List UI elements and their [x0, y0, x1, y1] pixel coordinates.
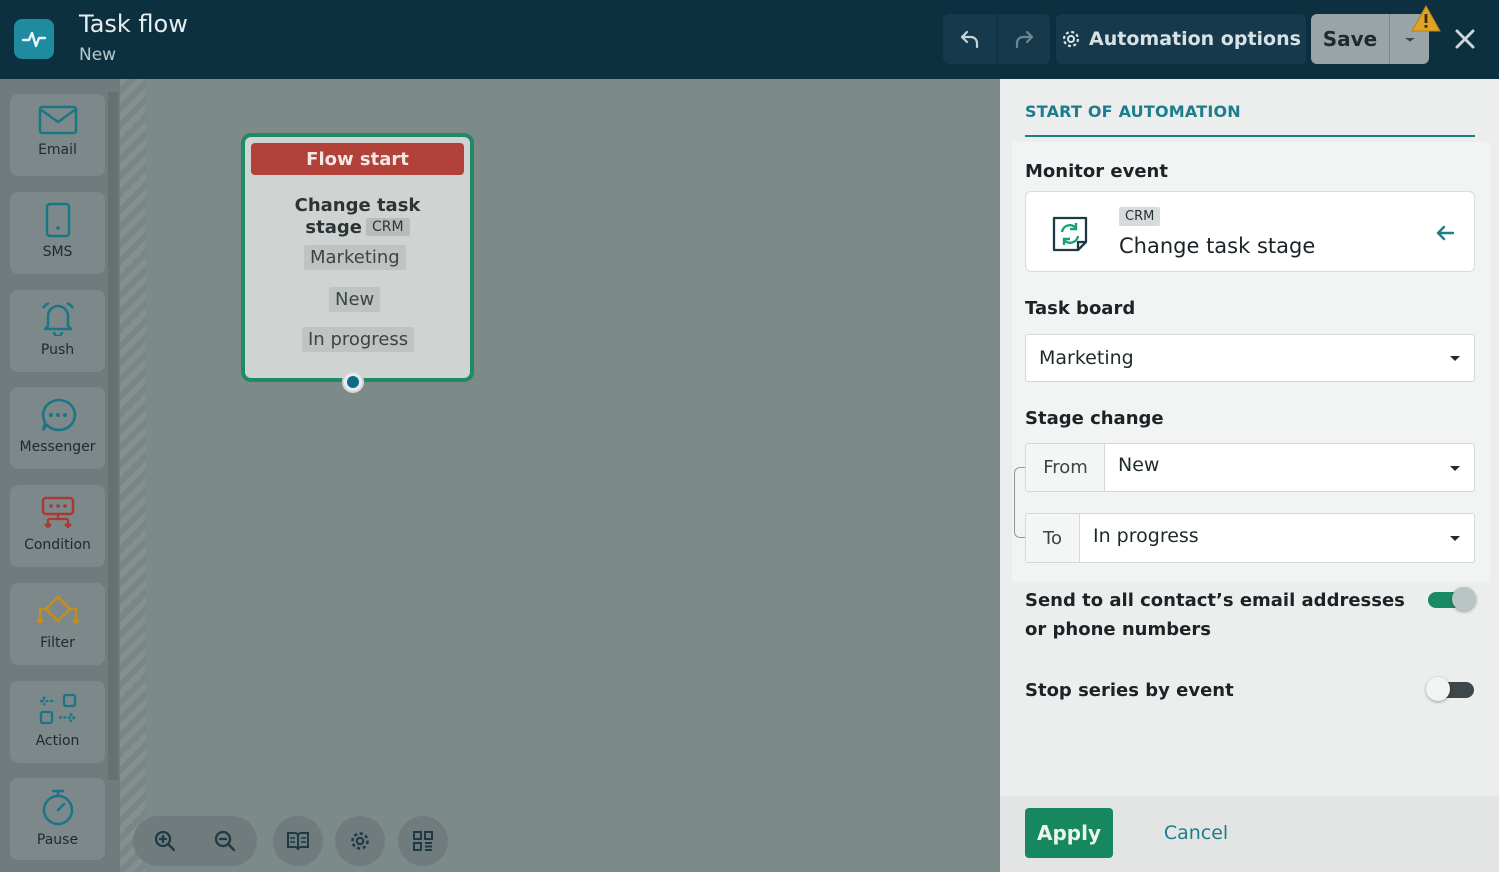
- tool-label: Email: [38, 142, 77, 158]
- node-from-chip: New: [329, 287, 381, 312]
- undo-icon: [960, 30, 979, 49]
- bell-icon: [41, 301, 74, 336]
- envelope-icon: [38, 105, 77, 135]
- guide-button[interactable]: [273, 816, 323, 866]
- tool-condition[interactable]: Condition: [10, 485, 105, 567]
- undo-button[interactable]: [943, 14, 997, 64]
- event-crm-tag: CRM: [1119, 207, 1161, 226]
- change-stage-icon: [1052, 216, 1088, 252]
- node-title-line1: Change task: [294, 195, 421, 216]
- task-board-label: Task board: [1025, 298, 1136, 319]
- filter-icon: [35, 595, 80, 625]
- phone-icon: [45, 202, 70, 238]
- page-subtitle: New: [79, 45, 117, 65]
- node-board-chip: Marketing: [304, 245, 406, 270]
- zoom-out-icon: [214, 830, 236, 852]
- to-addon: To: [1025, 513, 1080, 563]
- warning-icon[interactable]: [1410, 4, 1442, 34]
- condition-icon: [41, 496, 74, 529]
- tool-pause[interactable]: Pause: [10, 778, 105, 860]
- pulse-icon: [21, 31, 47, 48]
- tool-label: Filter: [40, 635, 75, 651]
- cancel-button[interactable]: Cancel: [1150, 808, 1242, 858]
- tool-messenger[interactable]: Messenger: [10, 387, 105, 469]
- apply-button[interactable]: Apply: [1025, 808, 1113, 858]
- page-title: Task flow: [79, 10, 188, 38]
- stop-series-label: Stop series by event: [1025, 680, 1234, 701]
- node-title: Change task stage CRM: [245, 195, 470, 239]
- gear-icon: [351, 832, 369, 850]
- from-stage-select[interactable]: New: [1104, 443, 1475, 492]
- zoom-controls: [133, 816, 257, 866]
- monitor-event-selector[interactable]: CRM Change task stage: [1025, 191, 1475, 272]
- task-board-value: Marketing: [1039, 347, 1134, 369]
- from-stage-value: New: [1118, 453, 1160, 476]
- node-title-line2: stage CRM: [245, 217, 470, 239]
- tab-underline: [1025, 135, 1475, 137]
- tab-start-of-automation[interactable]: START OF AUTOMATION: [1025, 102, 1241, 121]
- from-addon: From: [1025, 443, 1106, 492]
- tool-sms[interactable]: SMS: [10, 192, 105, 274]
- book-icon: [287, 832, 309, 851]
- zoom-in-icon: [154, 830, 176, 852]
- tool-label: Action: [35, 733, 80, 749]
- redo-button[interactable]: [998, 14, 1050, 64]
- chevron-down-icon: [1450, 536, 1460, 541]
- tool-push[interactable]: Push: [10, 290, 105, 372]
- node-output-port[interactable]: [342, 371, 364, 393]
- redo-icon: [1015, 30, 1034, 49]
- close-icon: [1455, 29, 1475, 49]
- toolbar-divider: [120, 79, 146, 872]
- close-button[interactable]: [1448, 22, 1482, 56]
- toolbar-scrollbar[interactable]: [108, 92, 118, 780]
- tool-label: Pause: [36, 832, 79, 848]
- gear-icon: [1062, 30, 1080, 48]
- task-board-select[interactable]: Marketing: [1025, 334, 1475, 382]
- monitor-event-label: Monitor event: [1025, 161, 1168, 182]
- automation-options-button[interactable]: Automation options: [1056, 14, 1306, 64]
- tool-label: SMS: [42, 244, 73, 260]
- send-all-label: Send to all contact’s email addresses or…: [1025, 590, 1405, 640]
- tool-email[interactable]: Email: [10, 94, 105, 176]
- chevron-down-icon: [1450, 356, 1460, 361]
- event-name: Change task stage: [1119, 234, 1316, 258]
- to-stage-select[interactable]: In progress: [1079, 513, 1475, 563]
- app-logo: [14, 19, 54, 59]
- tool-label: Messenger: [19, 439, 96, 455]
- action-icon: [38, 693, 76, 725]
- crm-tag: CRM: [365, 218, 410, 236]
- toggle-knob: [1452, 587, 1476, 611]
- zoom-in-button[interactable]: [135, 816, 195, 866]
- stage-change-label: Stage change: [1025, 408, 1164, 429]
- tool-label: Condition: [24, 537, 91, 553]
- tool-label: Push: [40, 342, 75, 358]
- chat-icon: [41, 398, 76, 432]
- settings-button[interactable]: [335, 816, 385, 866]
- arrow-left-icon[interactable]: [1434, 222, 1456, 244]
- automation-options-label: Automation options: [1089, 28, 1301, 50]
- tool-action[interactable]: Action: [10, 681, 105, 763]
- layout-button[interactable]: [398, 816, 448, 866]
- chevron-down-icon: [1405, 37, 1414, 42]
- node-to-chip: In progress: [302, 327, 415, 352]
- flow-start-node[interactable]: Flow start Change task stage CRM Marketin…: [241, 133, 474, 382]
- stopwatch-icon: [42, 789, 73, 826]
- zoom-out-button[interactable]: [195, 816, 255, 866]
- chevron-down-icon: [1450, 465, 1460, 471]
- toggle-knob: [1426, 677, 1450, 701]
- to-stage-value: In progress: [1093, 525, 1199, 547]
- qr-grid-icon: [413, 831, 433, 851]
- send-all-toggle[interactable]: [1428, 587, 1476, 611]
- stop-series-toggle[interactable]: [1426, 677, 1474, 701]
- save-button[interactable]: Save: [1311, 14, 1389, 64]
- node-header: Flow start: [251, 143, 464, 175]
- tool-filter[interactable]: Filter: [10, 583, 105, 665]
